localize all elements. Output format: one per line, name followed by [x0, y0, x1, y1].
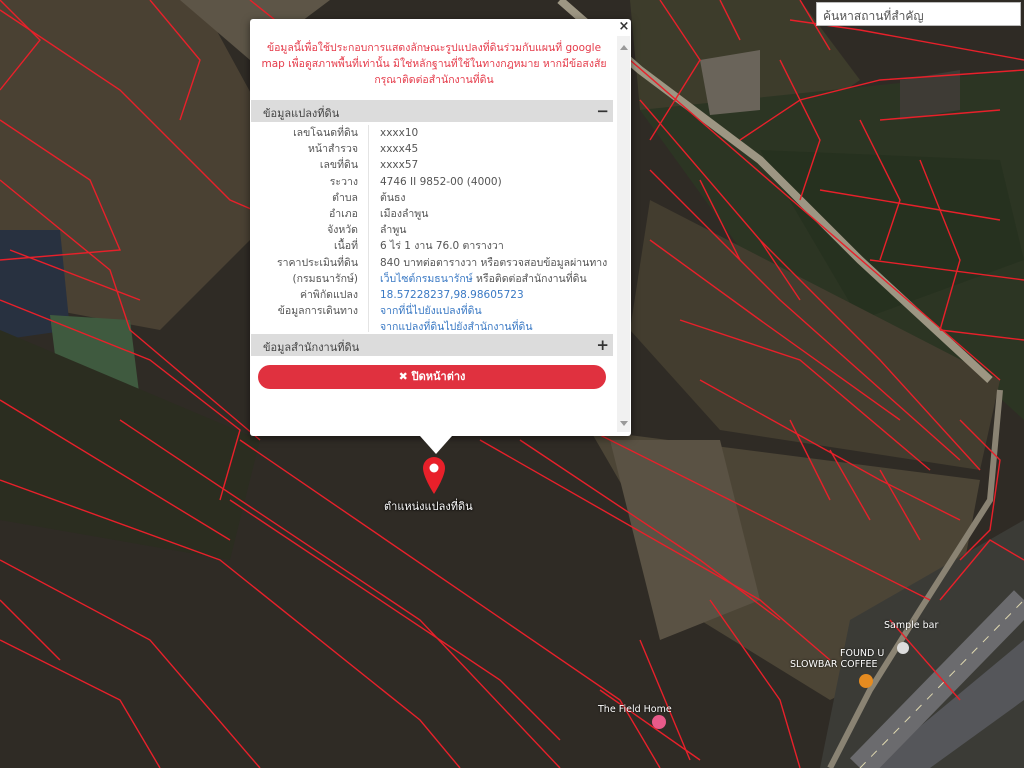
row-value: xxxx45 [380, 143, 419, 156]
row-value: xxxx10 [380, 127, 419, 139]
land-section-title: ข้อมูลแปลงที่ดิน [263, 107, 340, 120]
directions-to-office-link[interactable]: จากแปลงที่ดินไปยังสำนักงานที่ดิน [380, 319, 533, 335]
row-value: 4746 II 9852-00 (4000) [380, 175, 502, 188]
row-area: เนื้อที่ 6 ไร่ 1 งาน 76.0 ตารางวา [251, 238, 613, 254]
row-province: จังหวัด ลำพูน [251, 222, 613, 238]
row-survey-page: หน้าสำรวจ xxxx45 [251, 141, 613, 157]
disclaimer-notice: ข้อมูลนี้เพื่อใช้ประกอบการแสดงลักษณะรูปแ… [261, 42, 607, 86]
place-search-input[interactable]: ค้นหาสถานที่สำคัญ [816, 2, 1021, 26]
close-icon: ✖ [398, 370, 408, 383]
row-value: เมืองลำพูน [380, 207, 429, 220]
popup-close-icon[interactable]: × [617, 19, 631, 35]
row-coordinates: ค่าพิกัดแปลง 18.57228237,98.98605723 [251, 287, 613, 303]
expand-icon[interactable]: + [596, 334, 609, 356]
row-value: 840 บาทต่อตารางวา หรือตรวจสอบข้อมูลผ่านท… [380, 256, 608, 269]
row-label: จังหวัด [327, 224, 358, 237]
close-window-button[interactable]: ✖ ปิดหน้าต่าง [258, 365, 606, 389]
poi-field-home[interactable]: The Field Home [598, 704, 672, 715]
row-label: ระวาง [329, 175, 358, 188]
row-treasury-dept: (กรมธนารักษ์) เว็บไซต์กรมธนารักษ์ หรือติ… [251, 271, 613, 287]
row-label: เลขที่ดิน [319, 159, 358, 172]
close-button-label: ปิดหน้าต่าง [411, 370, 466, 383]
row-label: ตำบล [332, 191, 358, 204]
row-label: (กรมธนารักษ์) [292, 272, 358, 285]
poi-sample-bar[interactable]: Sample bar [884, 620, 938, 631]
row-value: ต้นธง [380, 191, 406, 204]
location-pin-icon[interactable] [421, 455, 447, 495]
pin-label: ตำแหน่งแปลงที่ดิน [384, 500, 473, 513]
directions-to-parcel-link[interactable]: จากที่นี่ไปยังแปลงที่ดิน [380, 303, 482, 319]
collapse-icon[interactable]: − [596, 100, 609, 122]
row-value-suffix: หรือติดต่อสำนักงานที่ดิน [472, 272, 587, 285]
treasury-website-link[interactable]: เว็บไซต์กรมธนารักษ์ [380, 273, 473, 285]
row-land-number: เลขที่ดิน xxxx57 [251, 157, 613, 173]
row-district: อำเภอ เมืองลำพูน [251, 206, 613, 222]
land-section-header[interactable]: ข้อมูลแปลงที่ดิน − [251, 100, 613, 122]
row-label: ราคาประเมินที่ดิน [276, 256, 358, 269]
row-label: หน้าสำรวจ [308, 143, 358, 156]
row-value-wrap: เว็บไซต์กรมธนารักษ์ หรือติดต่อสำนักงานที… [380, 271, 587, 287]
poi-found-u[interactable]: FOUND U [840, 648, 884, 659]
row-directions: ข้อมูลการเดินทาง จากที่นี่ไปยังแปลงที่ดิ… [251, 303, 613, 319]
popup-tail [420, 436, 452, 454]
popup-scrollbar[interactable] [617, 36, 630, 432]
row-label: ข้อมูลการเดินทาง [277, 305, 358, 318]
poi-slowbar-coffee[interactable]: SLOWBAR COFFEE [790, 659, 878, 670]
land-info-table: เลขโฉนดที่ดิน xxxx10 หน้าสำรวจ xxxx45 เล… [251, 125, 613, 335]
row-deed-number: เลขโฉนดที่ดิน xxxx10 [251, 125, 613, 141]
row-label: เนื้อที่ [334, 240, 358, 253]
row-value: ลำพูน [380, 224, 407, 237]
row-directions-office: จากแปลงที่ดินไปยังสำนักงานที่ดิน [251, 319, 613, 335]
row-map-sheet: ระวาง 4746 II 9852-00 (4000) [251, 174, 613, 190]
office-section-header[interactable]: ข้อมูลสำนักงานที่ดิน + [251, 334, 613, 356]
scroll-up-icon[interactable] [620, 45, 628, 50]
row-value: xxxx57 [380, 159, 419, 172]
scroll-down-icon[interactable] [620, 421, 628, 426]
row-subdistrict: ตำบล ต้นธง [251, 190, 613, 206]
office-section-title: ข้อมูลสำนักงานที่ดิน [263, 341, 360, 354]
row-label: เลขโฉนดที่ดิน [293, 127, 358, 139]
row-value: 6 ไร่ 1 งาน 76.0 ตารางวา [380, 240, 504, 253]
row-label: ค่าพิกัดแปลง [299, 288, 358, 301]
coordinates-link[interactable]: 18.57228237,98.98605723 [380, 287, 524, 303]
row-appraisal-price: ราคาประเมินที่ดิน 840 บาทต่อตารางวา หรือ… [251, 255, 613, 271]
row-label: อำเภอ [328, 207, 358, 220]
